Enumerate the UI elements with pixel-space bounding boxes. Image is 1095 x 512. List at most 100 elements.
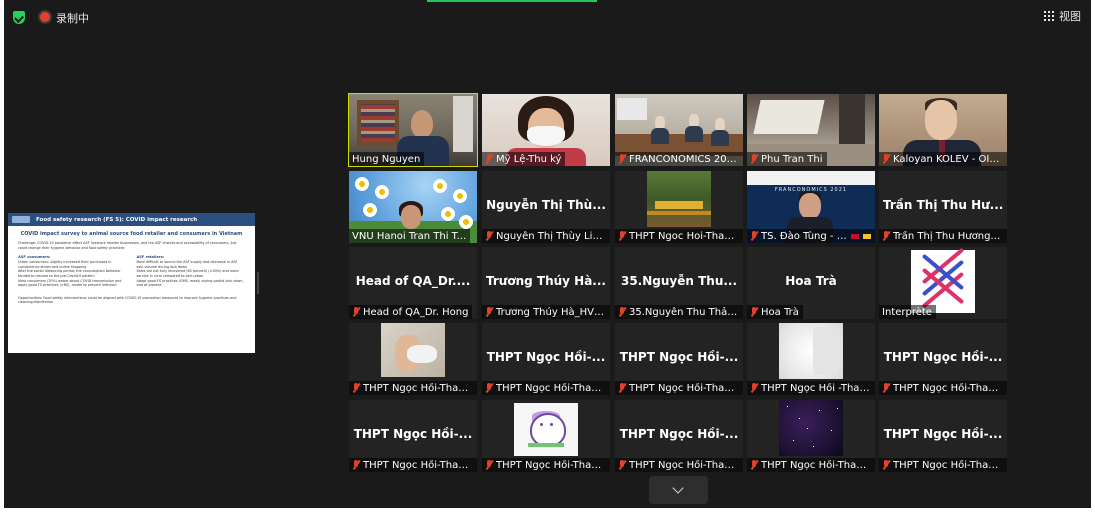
participant-display-name: THPT Ngọc Hồi-... xyxy=(486,350,606,364)
mic-muted-icon xyxy=(882,383,890,393)
mic-muted-icon xyxy=(882,154,890,164)
shield-check-icon[interactable] xyxy=(13,11,25,24)
participant-name: VNU Hanoi Tran Thi T... xyxy=(352,230,467,242)
participant-tile[interactable]: Trần Thị Thu Hư... Trần Thị Thu Hương-... xyxy=(879,171,1007,243)
recording-label: 录制中 xyxy=(56,12,89,25)
participant-tile[interactable]: THPT Ngọc Hồi-... THPT Ngọc Hồi-Than... xyxy=(879,400,1007,472)
mic-muted-icon xyxy=(882,460,890,470)
slide-consumers-point: Urban consumers: slightly increased thei… xyxy=(18,260,112,269)
participant-name-bar: TS. Đào Tùng - BTC xyxy=(747,229,875,243)
participant-tile[interactable]: THPT Ngọc Hồi-... THPT Ngọc Hồi-Than... xyxy=(615,323,743,395)
mic-muted-icon xyxy=(352,383,360,393)
slide-consumers-column: ASF consumers: Urban consumers: slightly… xyxy=(18,255,127,288)
participant-tile[interactable]: Mỹ Lệ-Thu ký xyxy=(482,94,610,166)
participant-name-bar: Phu Tran Thi xyxy=(747,152,827,166)
participant-name-bar: Nguyễn Thị Thùy Linh... xyxy=(482,229,610,243)
slide-retailers-point: More difficult to source the ASF supply … xyxy=(136,260,238,269)
shared-screen[interactable]: Food safety research (FS 5): COVID impac… xyxy=(8,213,255,353)
slide-challenge: Challenge: COVID-19 pandemic affect ASF … xyxy=(18,241,237,250)
participant-name: Trần Thị Thu Hương-... xyxy=(893,230,1003,242)
view-label: 视图 xyxy=(1059,10,1081,23)
slide-logo xyxy=(12,216,30,223)
slide-body: Challenge: COVID-19 pandemic affect ASF … xyxy=(8,237,255,309)
participant-tile[interactable]: THPT Ngọc Hồi-... THPT Ngọc Hồi-Than... xyxy=(349,400,477,472)
participant-name: THPT Ngọc Hồi-Than... xyxy=(893,459,1003,471)
participant-display-name: THPT Ngọc Hồi-... xyxy=(353,427,473,441)
mic-muted-icon xyxy=(485,154,493,164)
participant-tile[interactable]: FRANCONOMICS 2021 - ... xyxy=(615,94,743,166)
participant-name: TS. Đào Tùng - BTC xyxy=(761,230,847,242)
participant-name: Trương Thúy Hà_HVP... xyxy=(496,306,606,318)
participant-tile[interactable]: THPT Ngọc Hồi -Than... xyxy=(747,323,875,395)
participant-tile[interactable]: THPT Ngọc Hồi-... THPT Ngọc Hồi-Than... xyxy=(615,400,743,472)
slide-consumers-point: Most consumers (70%) aware about COVID t… xyxy=(18,278,122,288)
participant-name: THPT Ngoc Hoi-Than... xyxy=(629,230,739,242)
participant-tile[interactable]: THPT Ngọc Hồi-Than... xyxy=(482,400,610,472)
mic-muted-icon xyxy=(485,383,493,393)
participant-name: Nguyễn Thị Thùy Linh... xyxy=(496,230,606,242)
view-button[interactable]: 视图 xyxy=(1044,8,1081,24)
participant-name-bar: THPT Ngọc Hồi-Than... xyxy=(747,458,875,472)
participant-name-bar: Trần Thị Thu Hương-... xyxy=(879,229,1007,243)
participant-name-bar: FRANCONOMICS 2021 - ... xyxy=(615,152,743,166)
participant-name-bar: THPT Ngọc Hồi-Than... xyxy=(349,381,477,395)
participant-tile[interactable]: THPT Ngọc Hồi-... THPT Ngọc Hồi-Than... xyxy=(879,323,1007,395)
participant-name-bar: THPT Ngọc Hồi-Than... xyxy=(482,458,610,472)
participant-name: THPT Ngọc Hồi-Than... xyxy=(496,382,606,394)
participant-name-bar: THPT Ngoc Hoi-Than... xyxy=(615,229,743,243)
participant-name-bar: THPT Ngọc Hồi-Than... xyxy=(615,381,743,395)
participant-display-name: THPT Ngọc Hồi-... xyxy=(619,427,739,441)
mic-muted-icon xyxy=(485,460,493,470)
participant-name-bar: Hoa Trà xyxy=(747,305,803,319)
participant-name-bar: THPT Ngọc Hồi-Than... xyxy=(879,381,1007,395)
splitter-handle[interactable] xyxy=(257,272,259,294)
mic-muted-icon xyxy=(618,231,626,241)
slide-subtitle: COVID impact survey to animal source foo… xyxy=(20,231,243,237)
participant-name-bar: 35.Nguyễn Thu Thảo ... xyxy=(615,305,743,319)
participant-tile[interactable]: Interprète xyxy=(879,247,1007,319)
participant-tile[interactable]: 35.Nguyễn Thu... 35.Nguyễn Thu Thảo ... xyxy=(615,247,743,319)
participant-name: Hung Nguyen xyxy=(352,153,421,165)
mic-muted-icon xyxy=(352,460,360,470)
participant-tile[interactable]: Hoa Trà Hoa Trà xyxy=(747,247,875,319)
flag-icon xyxy=(851,233,859,239)
participant-name: Interprète xyxy=(882,306,932,318)
participant-tile[interactable]: Head of QA_Dr.... Head of QA_Dr. Hong xyxy=(349,247,477,319)
participant-tile[interactable]: VNU Hanoi Tran Thi T... xyxy=(349,171,477,243)
participant-name: FRANCONOMICS 2021 - ... xyxy=(629,153,739,165)
participant-name-bar: THPT Ngọc Hồi-Than... xyxy=(482,381,610,395)
participant-name: Hoa Trà xyxy=(761,306,799,318)
participant-tile[interactable]: Phu Tran Thi xyxy=(747,94,875,166)
slide-consumers-title: ASF consumers: xyxy=(18,255,51,260)
participant-tile[interactable]: THPT Ngọc Hồi-Than... xyxy=(747,400,875,472)
participant-display-name: THPT Ngọc Hồi-... xyxy=(883,350,1003,364)
participant-tile[interactable]: Kaloyan KOLEV - OIF/... xyxy=(879,94,1007,166)
participant-tile[interactable]: FRANCONOMICS 2021 TS. Đào Tùng - BTC xyxy=(747,171,875,243)
mic-muted-icon xyxy=(485,307,493,317)
participant-display-name: Nguyễn Thị Thù... xyxy=(486,198,606,212)
participant-name-bar: THPT Ngọc Hồi -Than... xyxy=(747,381,875,395)
meeting-topbar: 录制中 视图 xyxy=(4,0,1091,34)
slide-retailers-point: Sales are not fully recovered (65 percen… xyxy=(136,269,239,278)
participant-tile[interactable]: Trương Thúy Hà... Trương Thúy Hà_HVP... xyxy=(482,247,610,319)
participant-name: THPT Ngọc Hồi-Than... xyxy=(363,459,473,471)
participant-tile[interactable]: THPT Ngọc Hồi-Than... xyxy=(349,323,477,395)
mic-muted-icon xyxy=(618,154,626,164)
participant-name-bar: VNU Hanoi Tran Thi T... xyxy=(349,229,471,243)
recording-icon[interactable] xyxy=(40,12,50,22)
participant-tile[interactable]: Nguyễn Thị Thù... Nguyễn Thị Thùy Linh... xyxy=(482,171,610,243)
mic-muted-icon xyxy=(750,154,758,164)
participant-name-bar: Mỹ Lệ-Thu ký xyxy=(482,152,566,166)
participant-tile[interactable]: THPT Ngoc Hoi-Than... xyxy=(615,171,743,243)
slide-header: Food safety research (FS 5): COVID impac… xyxy=(8,213,255,226)
participant-tile[interactable]: THPT Ngọc Hồi-... THPT Ngọc Hồi-Than... xyxy=(482,323,610,395)
participant-tile[interactable]: Hung Nguyen xyxy=(348,93,478,167)
participant-display-name: 35.Nguyễn Thu... xyxy=(620,274,738,288)
participant-display-name: THPT Ngọc Hồi-... xyxy=(883,427,1003,441)
participant-name: THPT Ngọc Hồi-Than... xyxy=(629,459,739,471)
participant-name: Head of QA_Dr. Hong xyxy=(363,306,469,318)
mic-muted-icon xyxy=(750,307,758,317)
slide-retailers-column: ASF retailers: More difficult to source … xyxy=(137,255,246,288)
mic-muted-icon xyxy=(750,460,758,470)
chevron-down-icon[interactable] xyxy=(649,476,708,504)
